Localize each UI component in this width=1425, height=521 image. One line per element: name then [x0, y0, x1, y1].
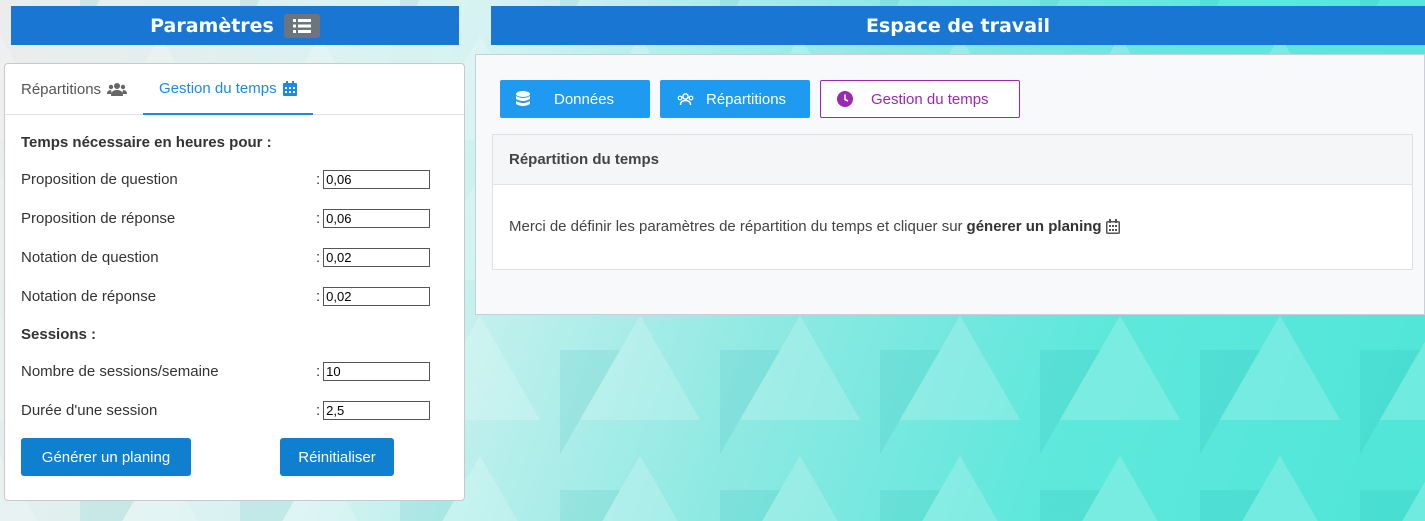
workspace-panel: Données Répartitions Gestion du temps Ré… — [475, 54, 1425, 315]
colon: : — [316, 288, 321, 305]
tab-bar: Répartitions Gestion du temps — [5, 64, 464, 115]
workspace-header: Espace de travail — [491, 6, 1425, 45]
generate-planning-button[interactable]: Générer un planing — [21, 438, 191, 476]
field-row: Proposition de réponse : — [21, 199, 450, 238]
calendar-icon — [282, 81, 297, 96]
tab-gestion-du-temps[interactable]: Gestion du temps — [143, 64, 313, 115]
colon: : — [316, 249, 321, 266]
session-duration-input[interactable] — [323, 401, 431, 420]
repartition-card: Répartition du temps Merci de définir le… — [492, 134, 1413, 270]
database-icon — [516, 91, 530, 107]
field-row: Notation de réponse : — [21, 277, 450, 316]
proposition-question-input[interactable] — [323, 170, 431, 189]
tab-gestion-label: Gestion du temps — [159, 80, 277, 97]
field-label: Durée d'une session — [21, 402, 158, 419]
reset-button[interactable]: Réinitialiser — [280, 438, 394, 476]
calendar-icon — [1105, 219, 1120, 234]
field-label: Notation de réponse — [21, 288, 157, 305]
gestion-du-temps-button[interactable]: Gestion du temps — [820, 80, 1020, 118]
users-icon — [677, 92, 694, 106]
colon: : — [316, 402, 321, 419]
section-sessions-title: Sessions : — [21, 325, 97, 343]
parametres-panel: Répartitions Gestion du temps Temps néce… — [4, 63, 465, 501]
field-row: Notation de question : — [21, 238, 450, 277]
tab-repartitions-label: Répartitions — [21, 80, 102, 98]
colon: : — [316, 210, 321, 227]
gestion-du-temps-label: Gestion du temps — [871, 90, 989, 108]
field-label: Notation de question — [21, 249, 159, 266]
field-label: Nombre de sessions/semaine — [21, 363, 219, 380]
clock-icon — [837, 91, 853, 107]
notation-question-input[interactable] — [323, 248, 431, 267]
colon: : — [316, 363, 321, 380]
sessions-per-week-input[interactable] — [323, 362, 431, 381]
list-icon[interactable] — [283, 13, 320, 38]
notation-reponse-input[interactable] — [323, 287, 431, 306]
field-label: Proposition de réponse — [21, 210, 176, 227]
parametres-header: Paramètres — [11, 6, 459, 45]
repartitions-button[interactable]: Répartitions — [660, 80, 810, 118]
card-message: Merci de définir les paramètres de répar… — [509, 218, 963, 235]
workspace-title: Espace de travail — [865, 14, 1051, 37]
proposition-reponse-input[interactable] — [323, 209, 431, 228]
field-row: Durée d'une session : — [21, 391, 450, 430]
card-body: Merci de définir les paramètres de répar… — [493, 185, 1412, 268]
field-label: Proposition de question — [21, 171, 178, 188]
section-temps-title: Temps nécessaire en heures pour : — [21, 134, 272, 151]
card-title: Répartition du temps — [493, 135, 1412, 185]
time-settings-form: Temps nécessaire en heures pour : Propos… — [21, 134, 450, 430]
field-row: Proposition de question : — [21, 160, 450, 199]
donnees-button[interactable]: Données — [500, 80, 650, 118]
parametres-title: Paramètres — [150, 14, 274, 37]
tab-repartitions[interactable]: Répartitions — [5, 64, 143, 114]
colon: : — [316, 171, 321, 188]
card-bold-text: génerer un planing — [966, 218, 1102, 235]
repartitions-label: Répartitions — [706, 90, 787, 108]
users-icon — [107, 82, 128, 96]
field-row: Nombre de sessions/semaine : — [21, 352, 450, 391]
donnees-label: Données — [554, 90, 615, 108]
